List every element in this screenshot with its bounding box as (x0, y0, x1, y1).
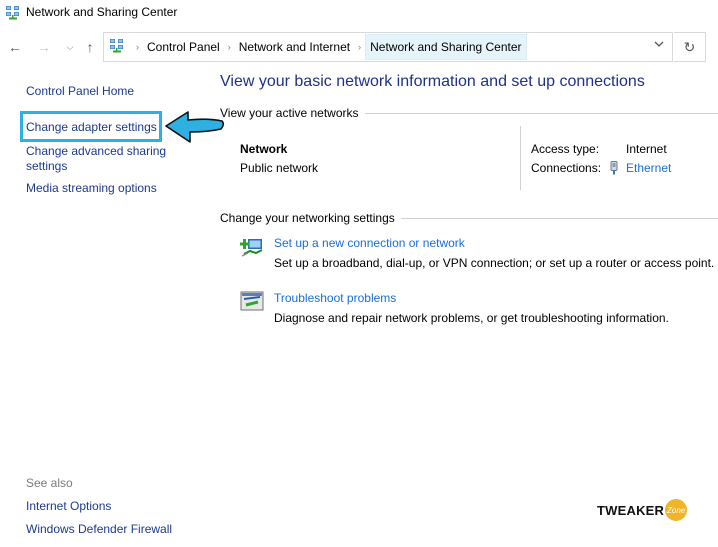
chevron-down-icon (654, 41, 664, 47)
network-type: Public network (240, 161, 319, 175)
setup-new-connection-description: Set up a broadband, dial-up, or VPN conn… (274, 256, 715, 270)
active-networks-title: View your active networks (220, 106, 359, 120)
arrow-right-icon: → (37, 39, 51, 55)
network-center-icon (5, 5, 20, 23)
access-type-value: Internet (626, 142, 667, 156)
troubleshoot-icon (240, 290, 264, 315)
watermark-text: TWEAKER (597, 502, 665, 518)
breadcrumb-control-panel[interactable]: Control Panel (145, 40, 222, 54)
address-dropdown-button[interactable] (654, 39, 664, 50)
chevron-down-icon: ⌵ (66, 41, 74, 52)
new-connection-icon (240, 234, 264, 261)
network-center-icon (109, 38, 124, 56)
callout-arrow-icon (164, 110, 226, 149)
section-divider (400, 217, 718, 219)
page-heading: View your basic network information and … (220, 73, 645, 90)
refresh-button[interactable]: ↻ (674, 32, 706, 62)
up-button[interactable]: ↑ (82, 38, 98, 56)
windows-defender-firewall-link[interactable]: Windows Defender Firewall (26, 522, 172, 536)
change-settings-title: Change your networking settings (220, 211, 395, 225)
back-button[interactable]: ← (7, 38, 23, 56)
forward-button[interactable]: → (36, 38, 52, 56)
change-settings-section-title: Change your networking settings (220, 211, 718, 225)
internet-options-link[interactable]: Internet Options (26, 499, 111, 513)
arrow-left-icon: ← (8, 39, 22, 55)
refresh-icon: ↻ (683, 38, 696, 55)
breadcrumb-separator-icon[interactable]: › (228, 42, 231, 52)
media-streaming-options-link[interactable]: Media streaming options (26, 181, 157, 196)
breadcrumb-network-and-internet[interactable]: Network and Internet (237, 40, 352, 54)
section-divider (364, 112, 718, 114)
navigation-bar: ← → ⌵ ↑ › Control Panel › Network and In… (0, 30, 718, 64)
active-networks-section-title: View your active networks (220, 106, 718, 120)
connections-label: Connections: (531, 161, 602, 175)
window-title: Network and Sharing Center (26, 5, 178, 19)
breadcrumb-separator-icon[interactable]: › (136, 42, 139, 52)
highlight-box (20, 111, 162, 142)
ethernet-icon (609, 161, 619, 178)
recent-locations-button[interactable]: ⌵ (62, 38, 78, 56)
troubleshoot-problems-link[interactable]: Troubleshoot problems (274, 291, 396, 305)
change-advanced-sharing-settings-link[interactable]: Change advanced sharing settings (26, 144, 176, 174)
arrow-up-icon: ↑ (86, 39, 94, 55)
network-name: Network (240, 142, 288, 156)
troubleshoot-problems-description: Diagnose and repair network problems, or… (274, 311, 669, 325)
control-panel-home-link[interactable]: Control Panel Home (26, 84, 134, 99)
watermark-logo: TWEAKER Zone (597, 499, 688, 521)
watermark-badge: Zone (665, 499, 688, 521)
see-also-label: See also (26, 476, 73, 490)
title-bar: Network and Sharing Center (0, 0, 718, 26)
access-type-label: Access type: (531, 142, 600, 156)
ethernet-connection-link[interactable]: Ethernet (626, 161, 671, 175)
breadcrumb-network-and-sharing-center[interactable]: Network and Sharing Center (365, 34, 527, 60)
breadcrumb-separator-icon[interactable]: › (358, 42, 361, 52)
vertical-divider (520, 126, 521, 190)
setup-new-connection-link[interactable]: Set up a new connection or network (274, 236, 465, 250)
address-bar[interactable]: › Control Panel › Network and Internet ›… (103, 32, 673, 62)
